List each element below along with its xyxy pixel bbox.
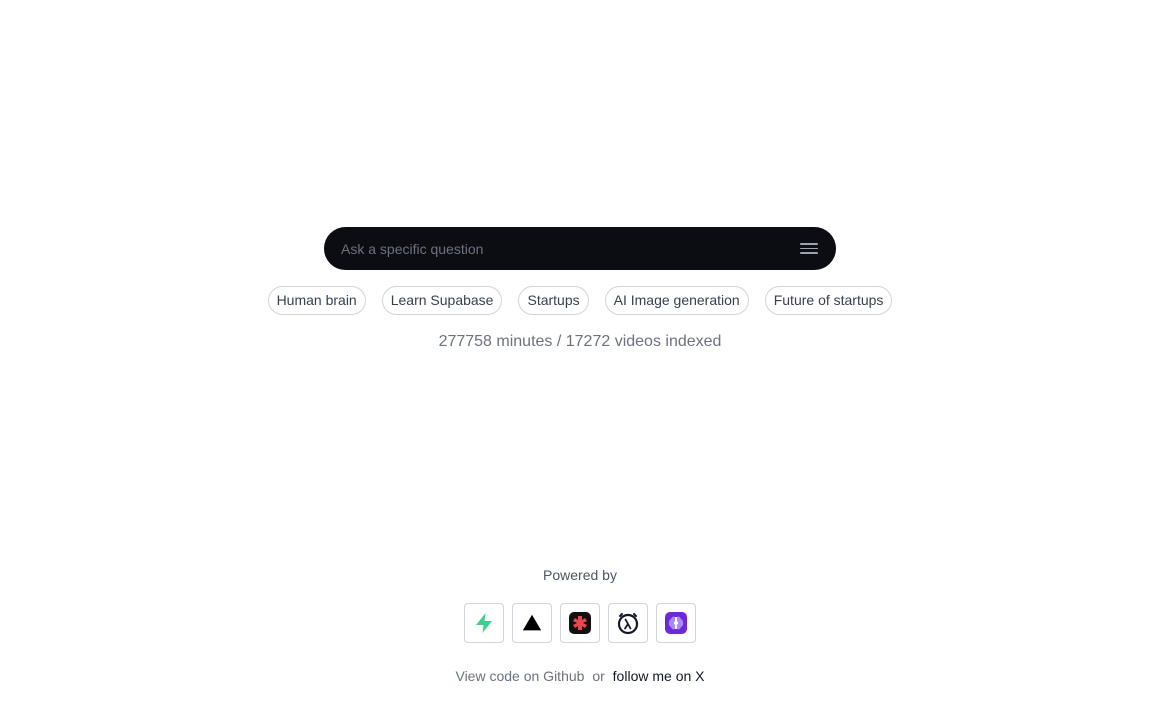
suggestion-chip[interactable]: Learn Supabase — [381, 286, 503, 315]
suggestion-chip[interactable]: Future of startups — [764, 286, 893, 315]
page: Human brain Learn Supabase Startups AI I… — [0, 0, 1160, 720]
supabase-logo-link[interactable] — [464, 603, 504, 643]
x-follow-link[interactable]: follow me on X — [613, 668, 705, 684]
footer-links: View code on Github or follow me on X — [0, 668, 1160, 684]
brain-logo-link[interactable] — [656, 603, 696, 643]
search-bar — [324, 227, 836, 270]
red-puzzle-logo-link[interactable] — [560, 603, 600, 643]
footer-separator: or — [592, 668, 605, 684]
suggestion-chip[interactable]: Startups — [518, 286, 589, 315]
search-input[interactable] — [341, 227, 800, 270]
powered-by-logos — [0, 603, 1160, 643]
powered-by-label: Powered by — [543, 567, 617, 583]
vercel-logo-link[interactable] — [512, 603, 552, 643]
index-stats: 277758 minutes / 17272 videos indexed — [438, 333, 722, 350]
lambda-logo-link[interactable] — [608, 603, 648, 643]
purple-brain-icon — [665, 612, 687, 634]
vercel-icon — [522, 614, 542, 631]
lambda-clock-icon — [617, 613, 639, 635]
suggestion-chip[interactable]: AI Image generation — [604, 286, 749, 315]
red-puzzle-icon — [569, 612, 591, 634]
suggestion-chips: Human brain Learn Supabase Startups AI I… — [0, 286, 1160, 315]
menu-icon[interactable] — [800, 238, 822, 260]
supabase-icon — [476, 613, 492, 633]
suggestion-chip[interactable]: Human brain — [267, 286, 366, 315]
github-link[interactable]: View code on Github — [455, 668, 584, 684]
